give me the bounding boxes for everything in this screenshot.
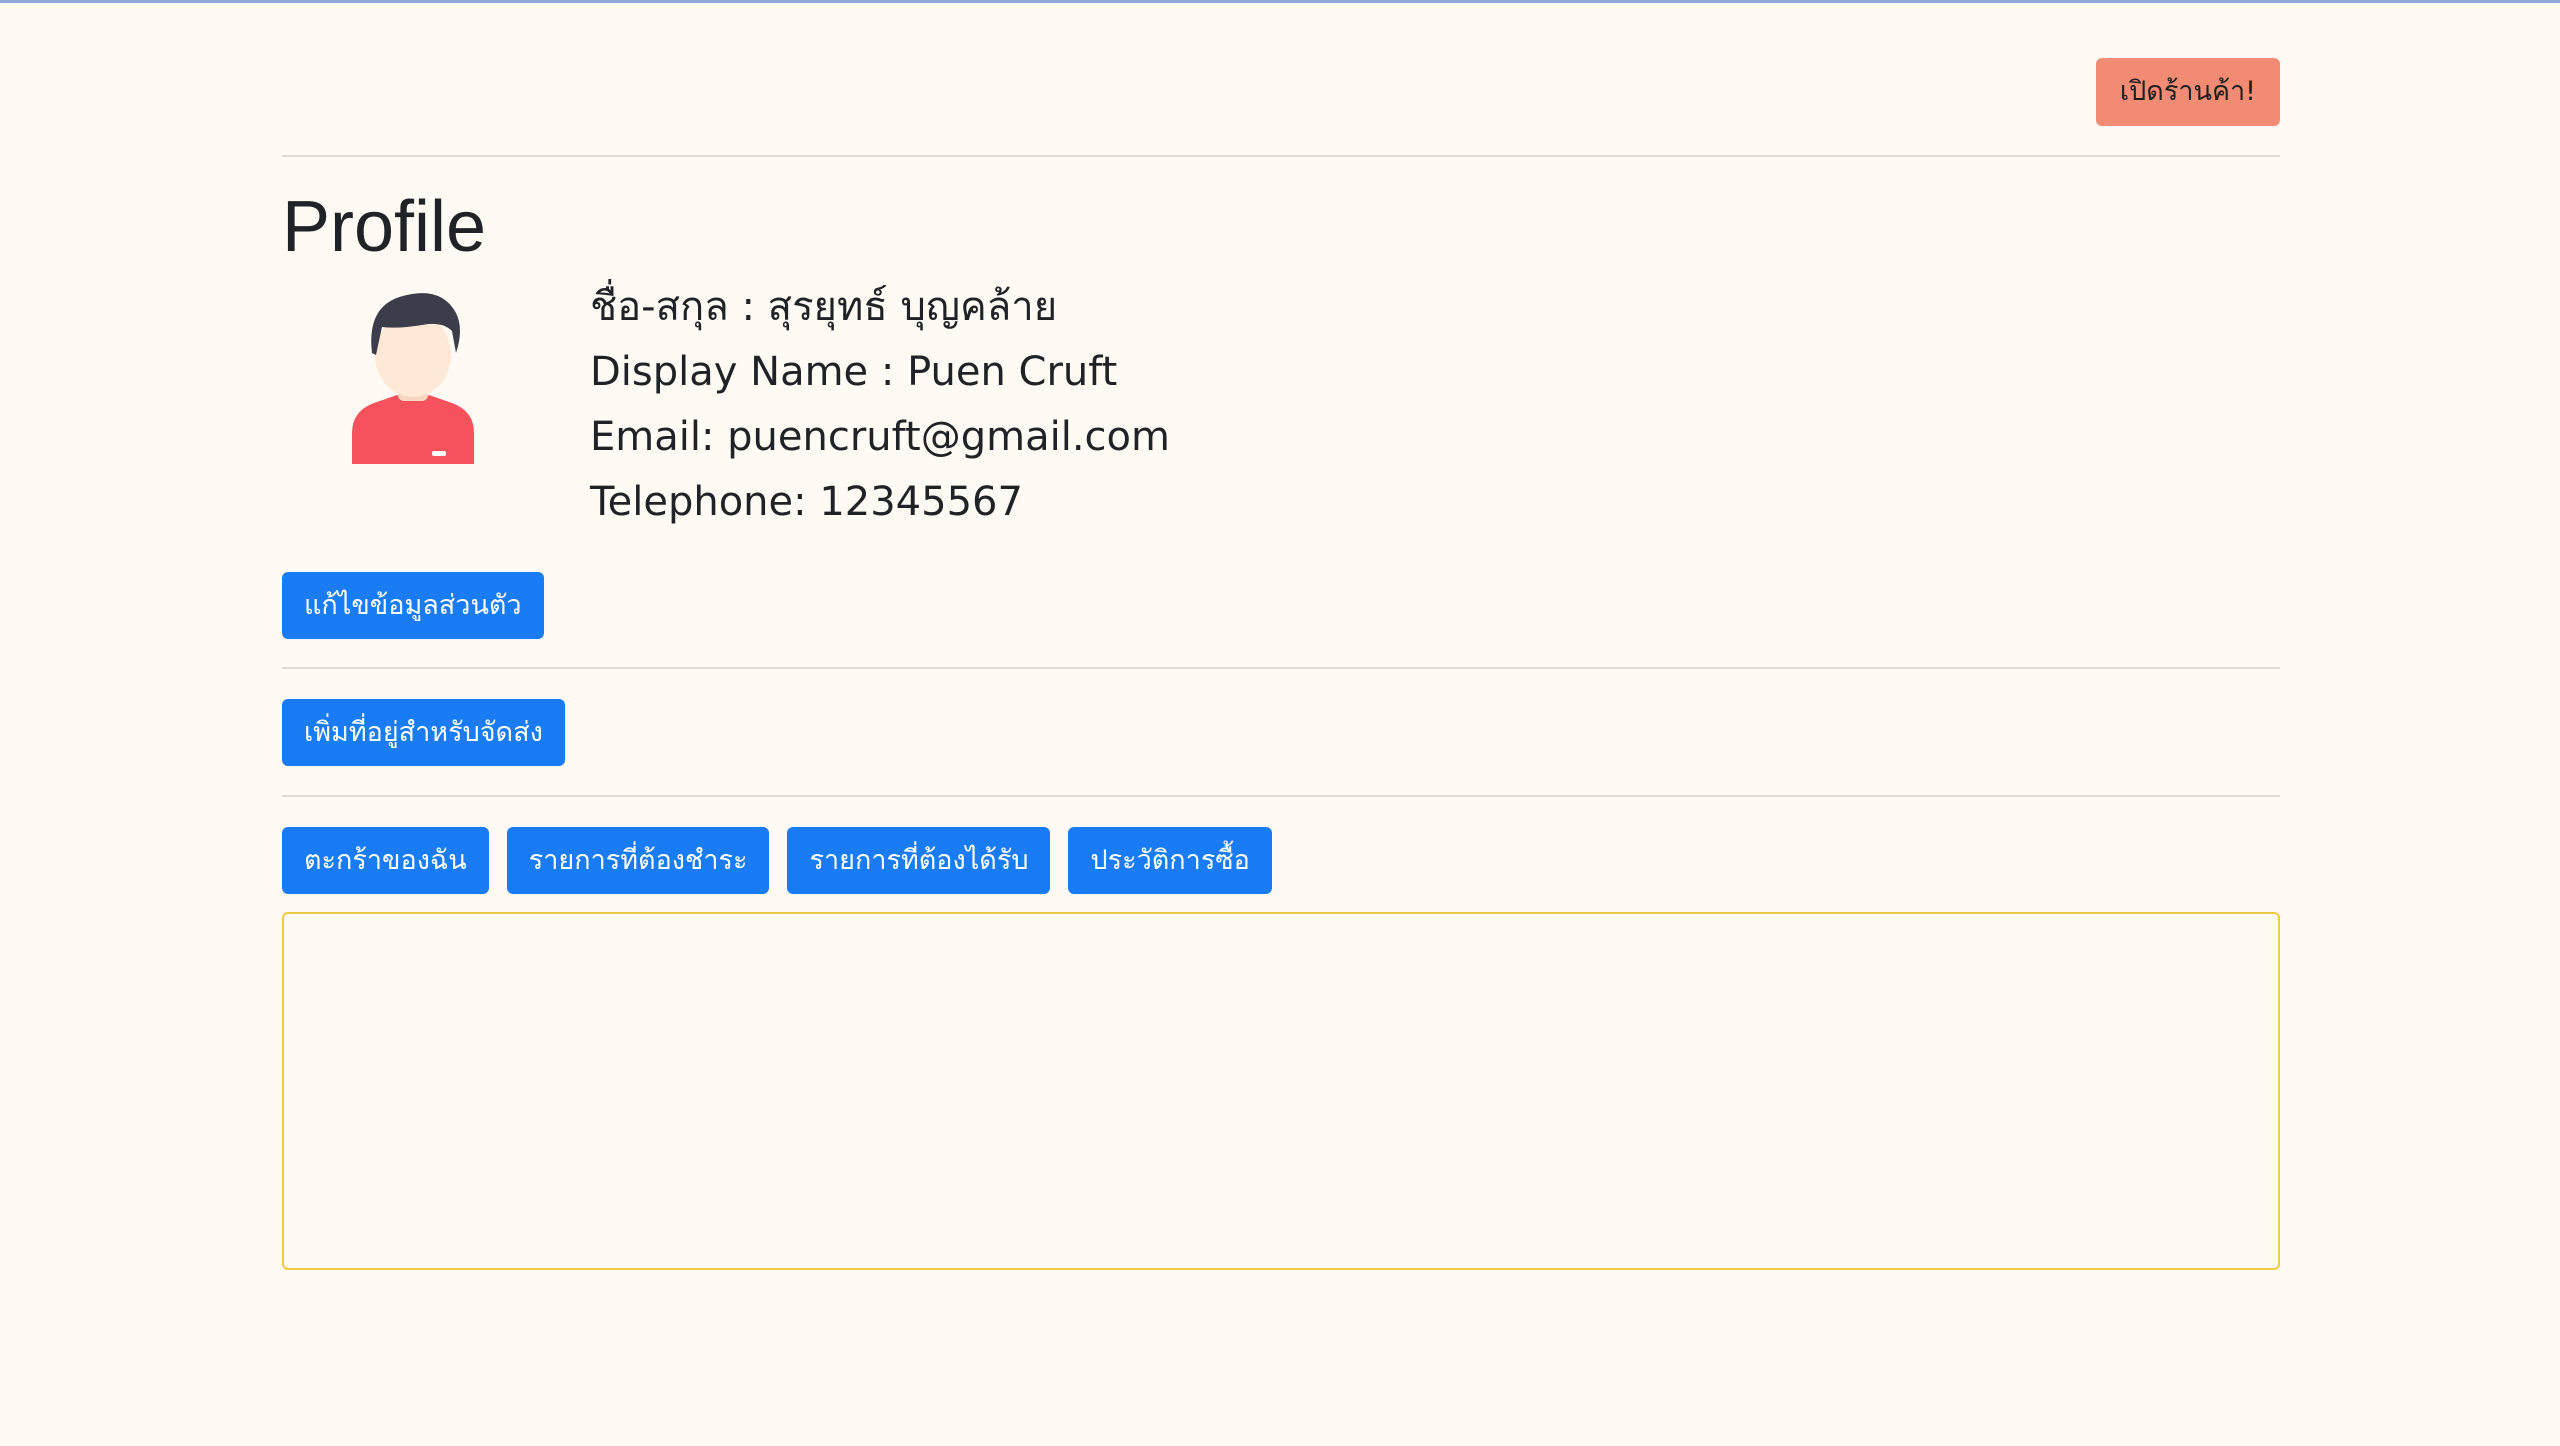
main-container: เปิดร้านค้า! Profile ชื่อ-สกุล : สุรยุทธ… [282, 0, 2280, 1270]
profile-info: ชื่อ-สกุล : สุรยุทธ์ บุญคล้าย Display Na… [590, 275, 1170, 535]
tab-purchase-history[interactable]: ประวัติการซื้อ [1068, 827, 1272, 894]
edit-profile-button[interactable]: แก้ไขข้อมูลส่วนตัว [282, 572, 544, 639]
open-shop-button[interactable]: เปิดร้านค้า! [2095, 58, 2280, 126]
add-address-button[interactable]: เพิ่มที่อยู่สำหรับจัดส่ง [282, 699, 565, 766]
user-avatar-icon [352, 293, 474, 464]
address-row: เพิ่มที่อยู่สำหรับจัดส่ง [282, 699, 565, 766]
fullname-text: ชื่อ-สกุล : สุรยุทธ์ บุญคล้าย [590, 284, 1058, 330]
email-text: Email: puencruft@gmail.com [590, 414, 1170, 460]
tab-my-cart[interactable]: ตะกร้าของฉัน [282, 827, 489, 894]
divider [282, 795, 2280, 797]
divider [282, 667, 2280, 669]
tab-to-pay[interactable]: รายการที่ต้องชำระ [506, 827, 770, 894]
display-name-text: Display Name : Puen Cruft [590, 349, 1118, 395]
profile-section: ชื่อ-สกุล : สุรยุทธ์ บุญคล้าย Display Na… [282, 263, 2280, 525]
edit-profile-row: แก้ไขข้อมูลส่วนตัว [282, 572, 544, 639]
tab-content-panel [282, 912, 2280, 1270]
telephone-text: Telephone: 12345567 [590, 479, 1023, 525]
tab-to-receive[interactable]: รายการที่ต้องได้รับ [787, 827, 1051, 894]
header: เปิดร้านค้า! [282, 0, 2280, 157]
page-title: Profile [282, 187, 487, 267]
order-tabs: ตะกร้าของฉัน รายการที่ต้องชำระ รายการที่… [282, 827, 1272, 894]
